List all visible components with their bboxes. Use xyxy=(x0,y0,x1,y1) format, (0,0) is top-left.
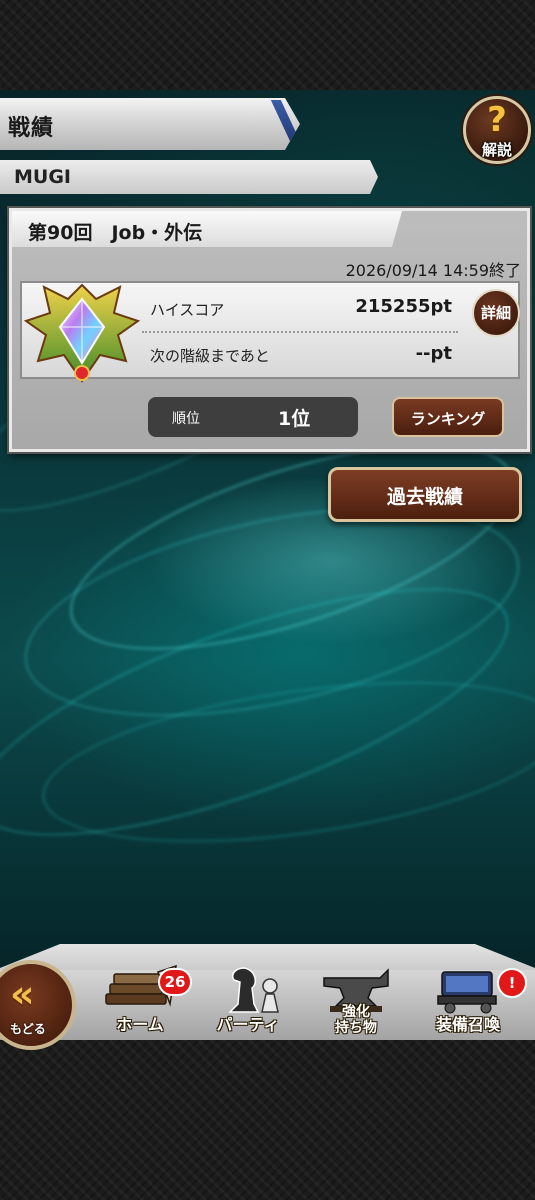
nav-equipment-summon-label: 装備召喚 xyxy=(435,1015,500,1034)
past-results-label: 過去戦績 xyxy=(386,486,463,508)
nav-party[interactable]: パーティ xyxy=(200,960,296,1040)
event-title: 第90回 Job・外伝 xyxy=(28,222,203,244)
player-name: MUGI xyxy=(14,166,71,188)
event-panel: 第90回 Job・外伝 2026/09/14 14:59終了 ハイスコア 215… xyxy=(9,208,530,452)
top-border xyxy=(0,0,535,90)
score-box: ハイスコア 215255pt 次の階級まであと --pt 詳細 xyxy=(20,281,520,383)
next-rank-value: --pt xyxy=(415,343,452,364)
page-title: 戦績 xyxy=(8,116,55,141)
next-rank-label: 次の階級まであと xyxy=(150,347,270,365)
nav-party-label: パーティ xyxy=(216,1015,280,1034)
summon-device-icon xyxy=(437,971,497,1014)
nav-home-label: ホーム xyxy=(116,1015,164,1034)
ranking-label: ランキング xyxy=(410,410,486,428)
score-divider xyxy=(142,331,458,333)
chess-pieces-icon xyxy=(228,967,279,1013)
event-title-bar: 第90回 Job・外伝 xyxy=(12,211,402,247)
nav-enhance-label-line1: 強化 xyxy=(342,1004,370,1020)
nav-enhance-items[interactable]: 強化 持ち物 xyxy=(308,960,404,1040)
rank-emblem-icon xyxy=(23,283,141,383)
past-results-button[interactable]: 過去戦績 xyxy=(328,467,522,522)
detail-label: 詳細 xyxy=(480,304,511,322)
double-chevron-left-icon: « xyxy=(10,972,35,1016)
back-label: もどる xyxy=(10,1022,46,1036)
help-button[interactable]: ? 解説 xyxy=(463,96,531,164)
ranking-button[interactable]: ランキング xyxy=(392,397,504,437)
summon-alert-badge: ! xyxy=(497,968,527,998)
event-end-time: 2026/09/14 14:59終了 xyxy=(345,261,521,280)
nav-enhance-label-line2: 持ち物 xyxy=(335,1020,377,1036)
nav-enhance-label: 強化 持ち物 xyxy=(308,1004,404,1036)
detail-button[interactable]: 詳細 xyxy=(472,289,520,337)
home-notification-badge: 26 xyxy=(158,968,192,996)
rank-label: 順位 xyxy=(172,411,200,427)
bottom-border xyxy=(0,1040,535,1200)
question-icon: ? xyxy=(487,100,507,140)
highscore-value: 215255pt xyxy=(355,296,452,317)
rank-display: 順位 1位 xyxy=(148,397,358,437)
help-label: 解説 xyxy=(481,141,512,159)
rank-value: 1位 xyxy=(278,408,311,430)
highscore-label: ハイスコア xyxy=(150,301,225,319)
